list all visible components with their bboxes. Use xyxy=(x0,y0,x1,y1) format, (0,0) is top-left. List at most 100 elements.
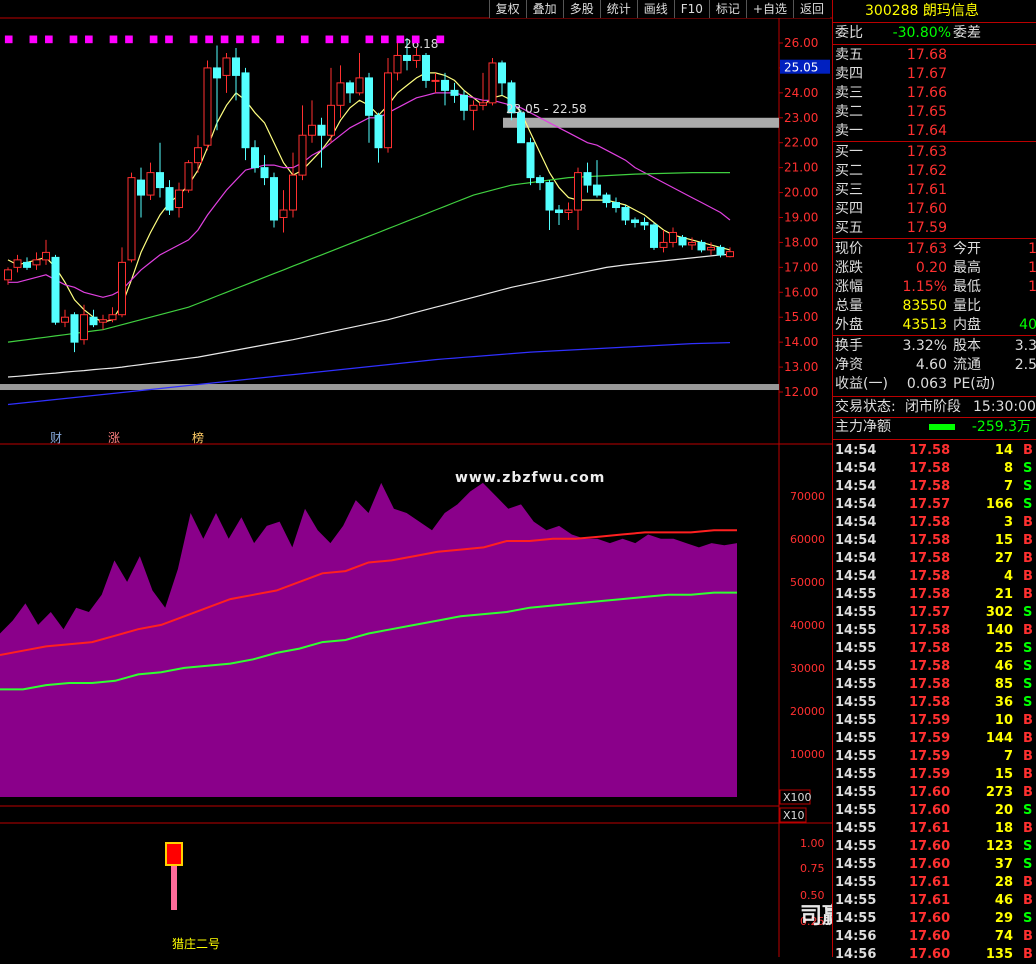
candle-body xyxy=(659,241,668,248)
candle-body xyxy=(80,314,88,341)
tick-row: 14:55 17.59 144 B xyxy=(835,731,1033,746)
candle-body xyxy=(127,177,136,261)
tick-row: 14:55 17.60 20 S xyxy=(835,803,1033,818)
event-label-1: 涨 xyxy=(108,430,120,445)
candle-body xyxy=(336,82,345,106)
separator xyxy=(833,396,1036,397)
candle-body xyxy=(431,79,440,82)
chart-area: 26.1823.05 - 22.58财涨榜 猎庄二号 26.0025.0024.… xyxy=(0,17,832,957)
tick-row: 14:55 17.61 46 B xyxy=(835,893,1033,908)
toolbar-button-2[interactable]: 多股 xyxy=(562,0,600,18)
candle-body xyxy=(165,187,174,211)
volume-tick-label: 30000 xyxy=(790,662,825,675)
candle-body xyxy=(146,172,155,196)
toolbar-button-5[interactable]: F10 xyxy=(673,0,709,18)
toolbar-button-0[interactable]: 复权 xyxy=(488,0,526,18)
separator xyxy=(833,238,1036,239)
event-label-0: 财 xyxy=(50,431,62,445)
tick-row: 14:54 17.58 27 B xyxy=(835,551,1033,566)
stat-row-3: 总量 83550 量比 xyxy=(835,298,981,314)
tick-row: 14:55 17.60 29 S xyxy=(835,911,1033,926)
separator xyxy=(833,335,1036,336)
price-tick-label: 16.00 xyxy=(784,285,818,299)
candle-body xyxy=(697,241,706,251)
stat-row-2: 涨幅 1.15% 最低 1 xyxy=(835,279,1036,295)
candle-body xyxy=(260,167,269,179)
tick-row: 14:54 17.58 14 B xyxy=(835,443,1033,458)
candle-body xyxy=(393,54,402,74)
candle-body xyxy=(384,72,392,149)
candle-body xyxy=(89,316,98,326)
ind-unit: X10 xyxy=(783,809,805,822)
toolbar-button-7[interactable]: +自选 xyxy=(745,0,793,18)
vol-unit: X100 xyxy=(783,791,812,804)
candle-body xyxy=(555,209,563,214)
candle-body xyxy=(156,172,164,189)
candle-body xyxy=(460,94,468,111)
volume-tick-label: 40000 xyxy=(790,619,825,632)
resistance-band xyxy=(503,117,779,128)
watermark: www.zbzfwu.com xyxy=(455,470,606,486)
candle-body xyxy=(612,202,620,209)
tick-row: 14:55 17.58 46 S xyxy=(835,659,1033,674)
candle-body xyxy=(108,314,117,321)
signal-dots: ■ ■■ ■■ ■■ ■■ ■■■■■ ■ ■ ■■ ■■■■ ■ xyxy=(4,34,452,45)
tick-row: 14:55 17.58 140 B xyxy=(835,623,1033,638)
sell-level-0: 卖五 17.68 xyxy=(835,47,947,63)
tick-row: 14:54 17.58 3 B xyxy=(835,515,1033,530)
ind-bar-stem xyxy=(171,865,177,910)
quote-panel: 300288 朗玛信息 委比 -30.80% 委差 卖五 17.68 卖四 17.67 卖三 1… xyxy=(832,0,1036,962)
toolbar-button-6[interactable]: 标记 xyxy=(708,0,746,18)
candle-body xyxy=(194,147,202,164)
stock-header[interactable]: 300288 朗玛信息 xyxy=(833,0,1036,23)
ind-tick-label: 0.75 xyxy=(800,862,825,875)
price-tick-label: 21.00 xyxy=(784,161,818,175)
candle-body xyxy=(403,54,411,61)
stat2-row-0: 换手 3.32% 股本 3.3 xyxy=(835,338,1036,354)
buy-level-1: 买二 17.62 xyxy=(835,163,947,179)
mainflow-row: 主力净额 -259.3万 xyxy=(835,419,1031,435)
candle-body xyxy=(526,142,535,179)
candle-body xyxy=(175,189,183,209)
ma-line-4 xyxy=(7,342,731,406)
tick-row: 14:55 17.61 18 B xyxy=(835,821,1033,836)
candle-body xyxy=(450,89,459,96)
separator xyxy=(833,44,1036,45)
candle-body xyxy=(707,246,715,251)
toolbar-button-8[interactable]: 返回 xyxy=(792,0,830,18)
stat-row-1: 涨跌 0.20 最高 1 xyxy=(835,260,1036,276)
candle-body xyxy=(298,134,307,176)
tick-row: 14:55 17.59 15 B xyxy=(835,767,1033,782)
volume-tick-label: 20000 xyxy=(790,705,825,718)
sell-level-3: 卖二 17.65 xyxy=(835,104,947,120)
buy-level-0: 买一 17.63 xyxy=(835,144,947,160)
buy-level-2: 买三 17.61 xyxy=(835,182,947,198)
toolbar-button-3[interactable]: 统计 xyxy=(599,0,637,18)
candle-body xyxy=(631,219,639,223)
candle-body xyxy=(137,179,145,196)
candle-body xyxy=(602,194,611,204)
status-row: 交易状态: 闭市阶段 15:30:00 xyxy=(835,399,1036,415)
toolbar-button-1[interactable]: 叠加 xyxy=(525,0,563,18)
toolbar-button-4[interactable]: 画线 xyxy=(636,0,674,18)
candle-body xyxy=(517,112,525,144)
tick-row: 14:55 17.60 123 S xyxy=(835,839,1033,854)
tick-row: 14:54 17.58 15 B xyxy=(835,533,1033,548)
sell-level-2: 卖三 17.66 xyxy=(835,85,947,101)
volume-tick-label: 70000 xyxy=(790,490,825,503)
candle-body xyxy=(222,57,231,76)
price-tick-label: 24.00 xyxy=(784,86,818,100)
candle-body xyxy=(583,172,592,186)
candle-body xyxy=(289,174,297,211)
range-annotation: 23.05 - 22.58 xyxy=(506,102,587,116)
volume-tick-label: 50000 xyxy=(790,576,825,589)
stock-name: 朗玛信息 xyxy=(922,3,979,19)
volume-tick-label: 10000 xyxy=(790,748,825,761)
candle-body xyxy=(70,314,79,343)
separator xyxy=(833,141,1036,142)
tick-row: 14:55 17.59 7 B xyxy=(835,749,1033,764)
sell-level-1: 卖四 17.67 xyxy=(835,66,947,82)
tick-row: 14:55 17.61 28 B xyxy=(835,875,1033,890)
candle-body xyxy=(621,207,630,221)
candle-body xyxy=(688,241,696,246)
